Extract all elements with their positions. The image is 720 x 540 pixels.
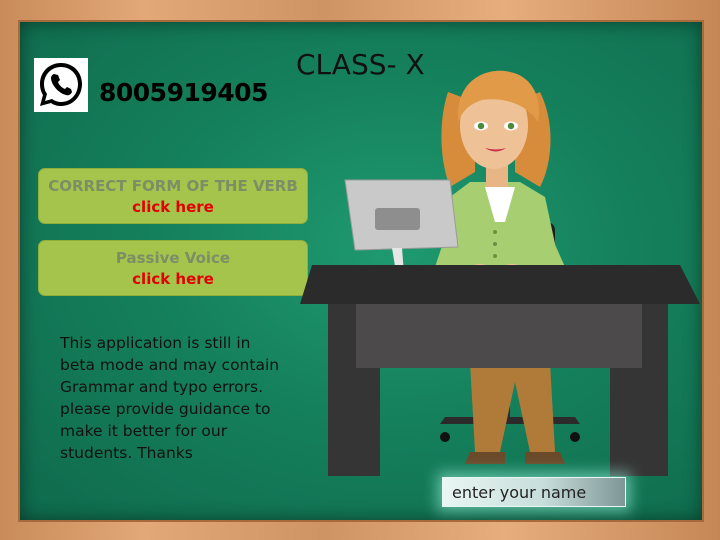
- wooden-frame: 8005919405 CLASS- X CORRECT FORM OF THE …: [0, 0, 720, 540]
- teacher-illustration: [300, 70, 700, 476]
- chalkboard: 8005919405 CLASS- X CORRECT FORM OF THE …: [18, 20, 704, 522]
- name-input[interactable]: [442, 477, 626, 507]
